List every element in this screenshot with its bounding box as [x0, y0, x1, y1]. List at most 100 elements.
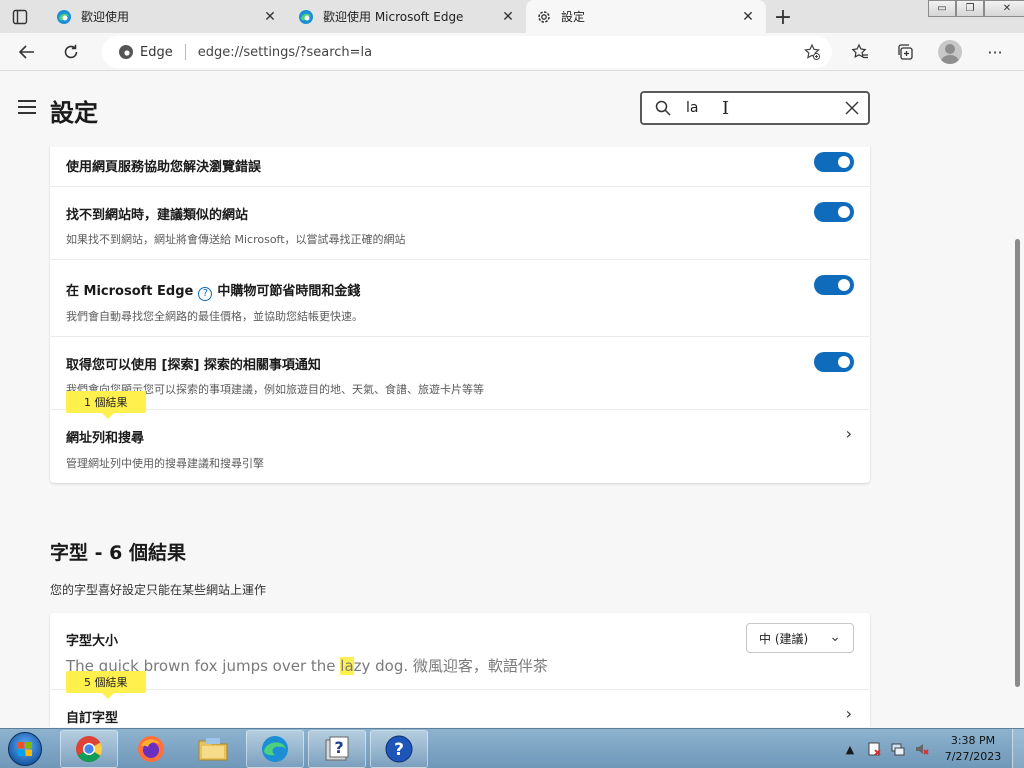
chevron-right-icon: › — [845, 424, 852, 443]
plus-icon: + — [773, 4, 793, 30]
profile-avatar[interactable] — [938, 40, 962, 64]
settings-header: 設定 la I — [0, 71, 1010, 147]
setting-row: 找不到網站時，建議類似的網站 如果找不到網站，網址將會傳送給 Microsoft… — [50, 187, 870, 260]
setting-row: 取得您可以使用 [探索] 探索的相關事項通知 我們會向您顯示您可以探索的事項建議… — [50, 337, 870, 410]
show-desktop-button[interactable] — [1012, 729, 1024, 768]
system-clock[interactable]: 3:38 PM 7/27/2023 — [938, 733, 1008, 765]
tab-strip: 歡迎使用 ✕ 歡迎使用 Microsoft Edge ✕ 設定 ✕ + ▭ ❐ … — [0, 0, 1024, 33]
show-hidden-icons-button[interactable]: ▲ — [840, 739, 860, 759]
tab-welcome[interactable]: 歡迎使用 ✕ — [46, 0, 288, 33]
gear-icon — [538, 10, 550, 23]
tab-title: 設定 — [561, 10, 586, 24]
tab-welcome-edge[interactable]: 歡迎使用 Microsoft Edge ✕ — [288, 0, 526, 33]
taskbar-help[interactable]: ? — [370, 730, 428, 768]
toggle-switch[interactable] — [814, 275, 854, 295]
url-text[interactable]: edge://settings/?search=la — [198, 45, 372, 60]
tab-actions-button[interactable] — [8, 6, 32, 28]
window-controls: ▭ ❐ ✕ — [928, 0, 1024, 18]
refresh-icon — [64, 44, 78, 59]
restore-button[interactable]: ❐ — [956, 0, 984, 17]
font-size-value: 中 (建議) — [759, 631, 809, 646]
tab-settings[interactable]: 設定 ✕ — [526, 0, 766, 33]
svg-text:?: ? — [334, 738, 343, 757]
setting-row: 使用網頁服務協助您解決瀏覽錯誤 — [50, 147, 870, 187]
taskbar-file-explorer[interactable] — [184, 730, 242, 768]
site-label: Edge — [140, 44, 173, 60]
svg-text:?: ? — [394, 740, 404, 760]
setting-title: 取得您可以使用 [探索] 探索的相關事項通知 — [66, 358, 321, 373]
search-value: la — [686, 100, 699, 116]
search-result-badge: 1 個結果 — [66, 391, 146, 419]
setting-title: 找不到網站時，建議類似的網站 — [66, 208, 249, 223]
setting-title-part: 中購物可節省時間和金錢 — [217, 284, 361, 299]
address-bar[interactable]: Edge edge://settings/?search=la — [102, 36, 832, 68]
address-bar-search-link[interactable]: 網址列和搜尋 管理網址列中使用的搜尋建議和搜尋引擎 › — [50, 410, 870, 483]
back-button[interactable] — [12, 38, 42, 66]
favorites-button[interactable] — [845, 38, 875, 66]
toggle-switch[interactable] — [814, 352, 854, 372]
close-tab-icon[interactable]: ✕ — [740, 9, 756, 25]
clear-search-button[interactable] — [842, 98, 862, 118]
folder-icon — [198, 738, 228, 761]
page-scrollbar[interactable] — [1010, 147, 1024, 727]
custom-fonts-link[interactable]: 自訂字型 › — [50, 690, 870, 727]
more-menu-button[interactable]: ··· — [980, 38, 1010, 66]
font-size-dropdown[interactable]: 中 (建議) ⌄ — [746, 623, 854, 653]
close-icon — [845, 101, 859, 115]
star-add-icon — [804, 43, 820, 60]
toggle-switch[interactable] — [814, 202, 854, 222]
scrollbar-thumb[interactable] — [1015, 239, 1020, 687]
text-cursor-icon: I — [722, 98, 730, 119]
page-title: 設定 — [50, 99, 98, 127]
chevron-down-icon: ⌄ — [829, 629, 841, 645]
help-icon[interactable]: ? — [198, 286, 213, 301]
setting-description: 我們會自動尋找您全網路的最佳價格，並協助您結帳更快速。 — [66, 310, 363, 323]
settings-search-input[interactable]: la I — [640, 91, 870, 125]
search-result-badge: 5 個結果 — [66, 671, 146, 699]
help-file-icon: ? — [325, 736, 349, 761]
close-tab-icon[interactable]: ✕ — [500, 9, 516, 25]
network-icon[interactable] — [888, 739, 908, 759]
favorites-icon — [851, 43, 868, 59]
chevron-right-icon: › — [845, 704, 852, 723]
taskbar-edge[interactable] — [246, 730, 304, 768]
edge-icon — [262, 736, 288, 762]
taskbar-help-file[interactable]: ? — [308, 730, 366, 768]
font-size-label: 字型大小 — [66, 634, 119, 649]
setting-title: 使用網頁服務協助您解決瀏覽錯誤 — [66, 160, 262, 175]
toggle-switch[interactable] — [814, 152, 854, 172]
setting-description: 如果找不到網站，網址將會傳送給 Microsoft，以嘗試尋找正確的網站 — [66, 233, 406, 246]
taskbar-firefox[interactable] — [122, 730, 180, 768]
action-center-icon[interactable] — [864, 739, 884, 759]
firefox-icon — [138, 736, 164, 762]
fonts-section-title: 字型 - 6 個結果 — [50, 542, 186, 564]
close-window-button[interactable]: ✕ — [984, 0, 1024, 17]
volume-icon[interactable] — [912, 739, 932, 759]
tab-title: 歡迎使用 — [81, 10, 130, 24]
close-tab-icon[interactable]: ✕ — [262, 9, 278, 25]
help-icon: ? — [385, 735, 413, 763]
system-tray: ▲ — [840, 729, 936, 768]
settings-content: 使用網頁服務協助您解決瀏覽錯誤 找不到網站時，建議類似的網站 如果找不到網站，網… — [0, 147, 1010, 727]
add-favorite-button[interactable] — [802, 42, 822, 62]
refresh-button[interactable] — [56, 38, 86, 66]
taskbar: ? ? ▲ 3:38 PM 7/27/2023 — [0, 728, 1024, 768]
edge-icon — [299, 9, 313, 24]
setting-title-part: 在 Microsoft Edge — [66, 284, 194, 299]
fonts-card: 字型大小 中 (建議) ⌄ The quick brown fox jumps … — [50, 613, 870, 727]
preview-text-part: zy dog. 微風迎客，軟語伴茶 — [353, 657, 548, 675]
new-tab-button[interactable]: + — [770, 4, 796, 30]
clock-date: 7/27/2023 — [944, 750, 1002, 763]
minimize-button[interactable]: ▭ — [928, 0, 956, 17]
windows-logo-icon — [8, 732, 42, 766]
edge-logo-icon — [119, 45, 133, 59]
search-icon — [655, 100, 671, 116]
start-button[interactable] — [4, 730, 46, 768]
fonts-section-description: 您的字型喜好設定只能在某些網站上運作 — [50, 583, 267, 597]
menu-icon[interactable] — [18, 100, 36, 114]
collections-button[interactable] — [890, 38, 920, 66]
taskbar-chrome[interactable] — [60, 730, 118, 768]
setting-title: 網址列和搜尋 — [66, 431, 145, 446]
clock-time: 3:38 PM — [950, 734, 996, 747]
browser-toolbar: Edge edge://settings/?search=la ··· — [0, 33, 1024, 71]
